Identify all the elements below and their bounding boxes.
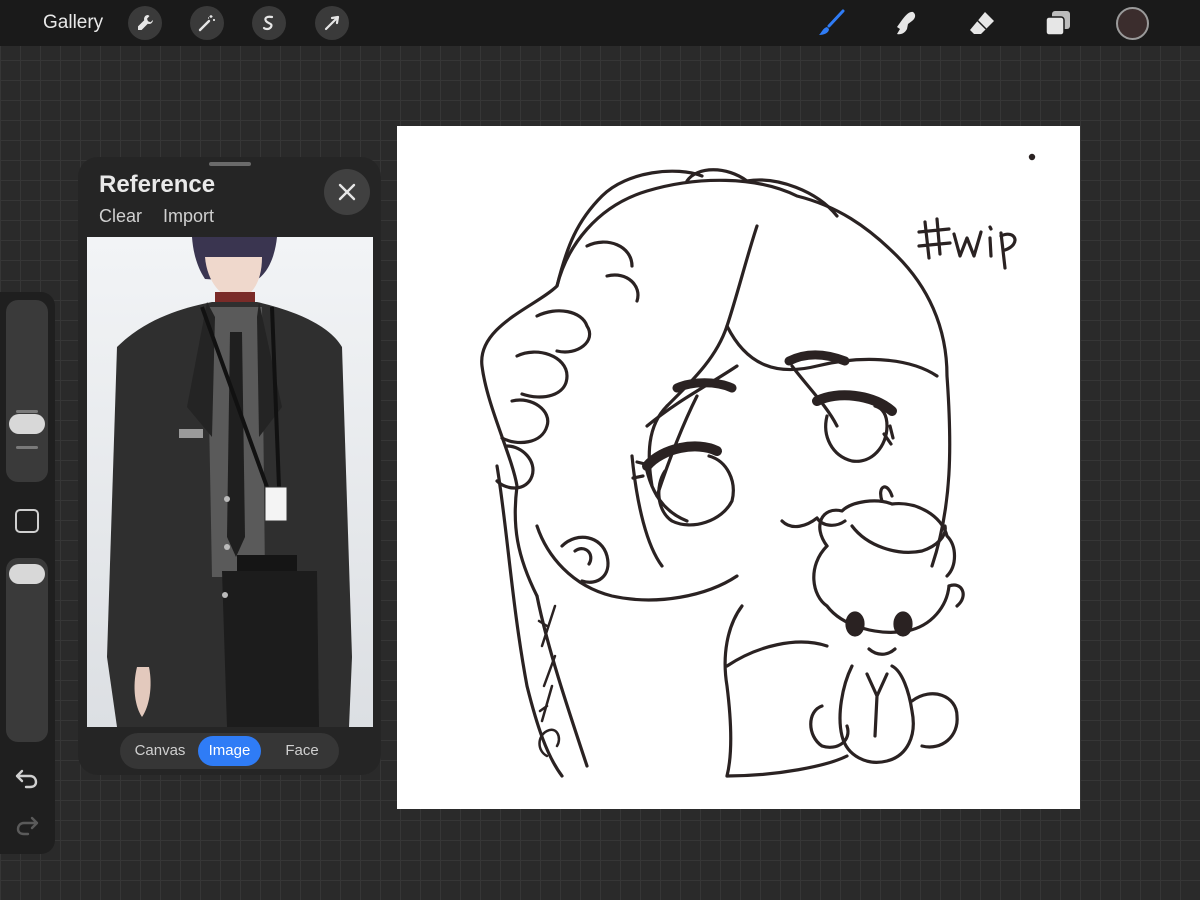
undo-icon[interactable] [14, 765, 40, 791]
eraser-icon[interactable] [967, 8, 997, 38]
opacity-thumb[interactable] [9, 564, 45, 584]
gallery-button[interactable]: Gallery [43, 12, 103, 34]
import-button[interactable]: Import [163, 206, 214, 226]
brush-icon[interactable] [816, 8, 846, 38]
transform-arrow-icon[interactable] [315, 6, 349, 40]
selection-icon[interactable] [252, 6, 286, 40]
reference-title: Reference [99, 171, 216, 198]
color-picker-button[interactable] [1116, 7, 1149, 40]
tab-canvas[interactable]: Canvas [130, 736, 190, 766]
smudge-icon[interactable] [890, 8, 920, 38]
reference-image [87, 237, 373, 727]
clear-button[interactable]: Clear [99, 206, 142, 226]
reference-panel[interactable]: Reference Clear Import Canvas Image Face [78, 157, 381, 775]
wrench-icon[interactable] [128, 6, 162, 40]
reference-actions: Clear Import [99, 206, 230, 227]
brush-size-thumb[interactable] [9, 414, 45, 434]
redo-icon[interactable] [14, 812, 40, 838]
magic-wand-icon[interactable] [190, 6, 224, 40]
brush-size-slider[interactable] [6, 300, 48, 482]
layers-icon[interactable] [1043, 8, 1073, 38]
slider-tick [16, 410, 38, 413]
chibi-line-art [480, 153, 1036, 778]
drag-handle[interactable] [209, 162, 251, 166]
close-icon[interactable] [324, 169, 370, 215]
opacity-slider[interactable] [6, 558, 48, 742]
reference-mode-tabs: Canvas Image Face [120, 733, 339, 769]
modify-button[interactable] [15, 509, 39, 533]
tab-face[interactable]: Face [272, 736, 332, 766]
top-toolbar: Gallery [0, 0, 1200, 46]
drawing-canvas[interactable] [397, 126, 1080, 809]
tab-image[interactable]: Image [198, 736, 261, 766]
slider-tick [16, 446, 38, 449]
